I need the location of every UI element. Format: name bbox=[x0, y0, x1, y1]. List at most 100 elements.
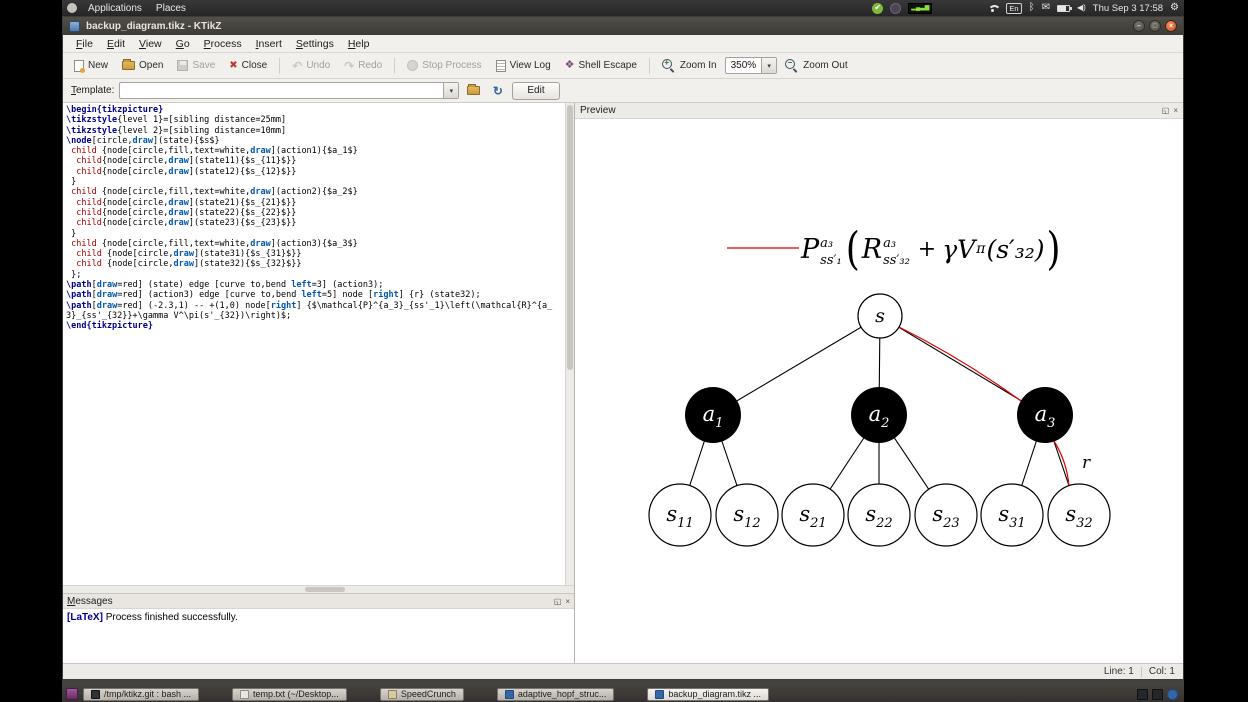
menu-help[interactable]: Help bbox=[341, 37, 377, 51]
open-button[interactable]: Open bbox=[116, 58, 169, 73]
session-gear-icon[interactable]: ⚙ bbox=[1170, 3, 1179, 13]
save-icon bbox=[177, 60, 189, 71]
workspace-icon[interactable] bbox=[66, 688, 78, 700]
code-line: child {node[circle,fill,text=white,draw]… bbox=[71, 146, 358, 157]
task-bash[interactable]: /tmp/ktikz.git : bash ... bbox=[83, 687, 200, 701]
tray-icon[interactable] bbox=[1167, 688, 1178, 700]
scrollbar-thumb[interactable] bbox=[305, 587, 345, 592]
code-line: } bbox=[66, 177, 77, 188]
mail-icon[interactable]: ✉ bbox=[1042, 3, 1050, 13]
close-panel-icon[interactable]: × bbox=[1173, 106, 1178, 115]
shell-escape-button[interactable]: ❖ Shell Escape bbox=[559, 58, 643, 73]
open-folder-icon bbox=[122, 59, 136, 70]
bluetooth-icon[interactable]: ᛒ bbox=[1029, 3, 1035, 13]
menubar: File Edit View Go Process Insert Setting… bbox=[63, 35, 1183, 53]
detach-panel-icon[interactable]: ◱ bbox=[1162, 106, 1170, 115]
close-window-button[interactable]: × bbox=[1165, 20, 1177, 32]
indicator-area: ✔ ▂▄▃▆ En ᛒ ✉ ◀) Thu Sep 3 17:58 ⚙ bbox=[872, 2, 1179, 14]
new-button[interactable]: New bbox=[68, 58, 114, 74]
undo-icon: ↶ bbox=[292, 58, 303, 73]
menu-insert[interactable]: Insert bbox=[249, 37, 289, 51]
desktop: Applications Places ✔ ▂▄▃▆ En ᛒ ✉ ◀) Thu… bbox=[62, 0, 1184, 702]
view-log-icon bbox=[495, 59, 506, 72]
toolbar: New Open Save ✖ Close ↶ Undo ↷ Redo Stop… bbox=[63, 53, 1183, 79]
left-paren: ( bbox=[845, 223, 860, 275]
close-panel-icon[interactable]: × bbox=[565, 597, 570, 606]
undo-button[interactable]: ↶ Undo bbox=[286, 58, 336, 74]
zoom-level-combobox[interactable]: 350% ▾ bbox=[724, 57, 778, 74]
volume-icon[interactable]: ◀) bbox=[1077, 4, 1086, 12]
template-browse-button[interactable] bbox=[464, 81, 483, 100]
menu-file[interactable]: File bbox=[69, 37, 100, 51]
code-line: \path[draw=red] (state) edge [curve to,b… bbox=[66, 280, 384, 291]
zoom-level-value: 350% bbox=[730, 60, 757, 71]
task-temp-txt[interactable]: temp.txt (~/Desktop... bbox=[232, 687, 347, 701]
task-speedcrunch[interactable]: SpeedCrunch bbox=[379, 687, 464, 701]
chevron-down-icon[interactable]: ▾ bbox=[761, 58, 777, 73]
wifi-icon[interactable] bbox=[986, 3, 1002, 13]
detach-panel-icon[interactable]: ◱ bbox=[554, 597, 562, 606]
chevron-down-icon[interactable]: ▾ bbox=[443, 83, 459, 98]
redo-button[interactable]: ↷ Redo bbox=[338, 58, 388, 74]
task-backup-diagram[interactable]: backup_diagram.tikz ... bbox=[647, 687, 769, 701]
template-edit-button[interactable]: Edit bbox=[512, 81, 560, 100]
state-node-s12 bbox=[715, 483, 779, 547]
code-line: \begin{tikzpicture} bbox=[66, 105, 164, 115]
battery-icon[interactable] bbox=[1056, 4, 1072, 12]
task-label: adaptive_hopf_struc... bbox=[517, 689, 607, 699]
clock[interactable]: Thu Sep 3 17:58 bbox=[1093, 3, 1163, 14]
task-adaptive-hopf[interactable]: adaptive_hopf_struc... bbox=[496, 687, 615, 701]
formula-R-scripts: a₃ ss′₃₂ bbox=[883, 236, 910, 268]
menu-edit[interactable]: Edit bbox=[100, 37, 132, 51]
menu-go[interactable]: Go bbox=[169, 37, 197, 51]
template-reload-button[interactable]: ↻ bbox=[488, 81, 507, 100]
new-label: New bbox=[88, 60, 109, 71]
code-line: } bbox=[66, 228, 77, 239]
window-title: backup_diagram.tikz - KTikZ bbox=[86, 20, 222, 32]
view-log-button[interactable]: View Log bbox=[490, 58, 557, 74]
maximize-button[interactable]: □ bbox=[1149, 20, 1161, 32]
places-menu[interactable]: Places bbox=[153, 3, 189, 14]
template-combobox[interactable]: ▾ bbox=[119, 82, 460, 99]
tray-icon[interactable] bbox=[1152, 688, 1163, 700]
calculator-icon bbox=[387, 689, 397, 699]
reward-label: r bbox=[1082, 453, 1091, 473]
applications-menu[interactable]: Applications bbox=[85, 3, 145, 14]
formula-pi: π bbox=[976, 241, 986, 257]
statusbar: Line: 1 Col: 1 bbox=[63, 663, 1183, 679]
editor-horizontal-scrollbar[interactable] bbox=[63, 585, 574, 593]
code-line: child{node[circle,draw](state11){$s_{11}… bbox=[76, 156, 297, 167]
ktikz-window: backup_diagram.tikz - KTikZ – □ × File E… bbox=[62, 16, 1184, 680]
titlebar[interactable]: backup_diagram.tikz - KTikZ – □ × bbox=[63, 17, 1183, 35]
code-line: \tikzstyle{level 1}=[sibling distance=25… bbox=[66, 115, 287, 126]
formula-R: R bbox=[861, 233, 883, 265]
menu-process[interactable]: Process bbox=[197, 37, 249, 51]
keyboard-layout-indicator[interactable]: En bbox=[1006, 2, 1022, 14]
tray-icon[interactable] bbox=[1137, 688, 1148, 700]
code-editor[interactable]: \begin{tikzpicture} \tikzstyle{level 1}=[… bbox=[63, 103, 574, 585]
zoom-out-label: Zoom Out bbox=[803, 60, 848, 71]
minimize-button[interactable]: – bbox=[1133, 20, 1145, 32]
menu-view[interactable]: View bbox=[132, 37, 169, 51]
zoom-in-button[interactable]: + Zoom In bbox=[656, 57, 723, 75]
zoom-out-button[interactable]: − Zoom Out bbox=[779, 57, 853, 75]
editor-vertical-scrollbar[interactable] bbox=[565, 103, 574, 585]
window-icon bbox=[69, 20, 80, 32]
stop-process-button[interactable]: Stop Process bbox=[401, 58, 487, 73]
code-line: }; bbox=[66, 269, 82, 280]
system-monitor-icon[interactable]: ▂▄▃▆ bbox=[908, 2, 933, 14]
update-ok-icon[interactable]: ✔ bbox=[872, 2, 884, 14]
app-indicator-icon[interactable] bbox=[890, 2, 902, 14]
close-button[interactable]: ✖ Close bbox=[223, 58, 273, 73]
task-label: backup_diagram.tikz ... bbox=[668, 689, 761, 699]
node-label-s: s bbox=[875, 305, 885, 327]
toolbar-separator bbox=[394, 57, 396, 74]
task-label: temp.txt (~/Desktop... bbox=[253, 689, 339, 699]
save-button[interactable]: Save bbox=[171, 58, 221, 73]
state-node-s22 bbox=[847, 483, 911, 547]
editor-pane: \begin{tikzpicture} \tikzstyle{level 1}=[… bbox=[63, 103, 575, 663]
template-row: Template: ▾ ↻ Edit bbox=[63, 79, 1183, 103]
scrollbar-thumb[interactable] bbox=[567, 105, 573, 371]
menu-settings[interactable]: Settings bbox=[289, 37, 341, 51]
open-label: Open bbox=[139, 60, 164, 71]
